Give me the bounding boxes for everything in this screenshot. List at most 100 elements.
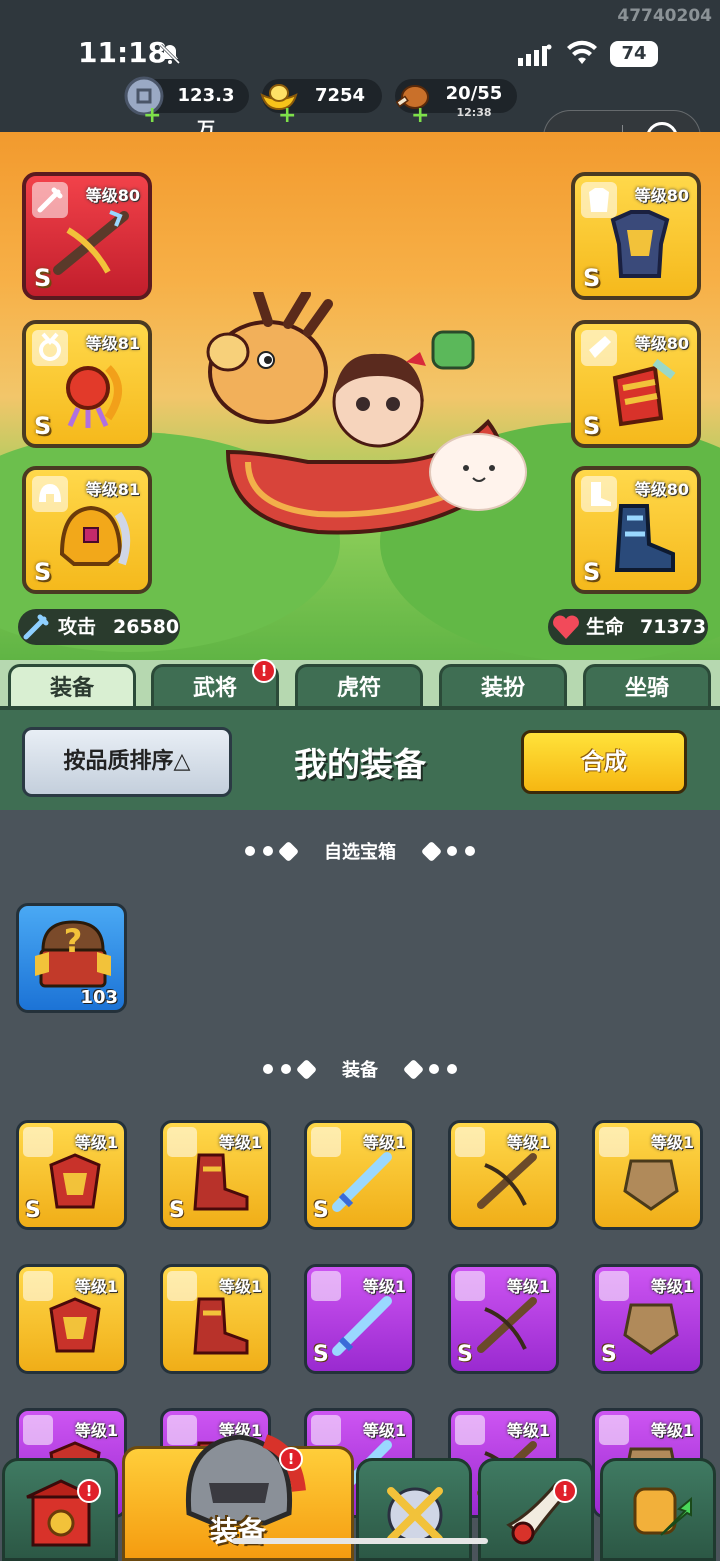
- slot-type-icon: [311, 1415, 341, 1445]
- clock: 11:18: [78, 36, 168, 69]
- divider-dot: [447, 846, 458, 856]
- item-grade: S: [25, 1198, 41, 1223]
- user-id: 47740204: [617, 6, 712, 26]
- stamina-resource[interactable]: + 20/55 12:38: [395, 79, 517, 127]
- item-grade: S: [457, 1342, 473, 1367]
- tab-mount[interactable]: 坐骑: [583, 664, 711, 712]
- equipment-item[interactable]: 等级1 S: [304, 1120, 415, 1230]
- bracer-icon: [581, 330, 617, 366]
- attack-value: 26580: [113, 616, 180, 638]
- equipped-slot-armor[interactable]: 等级80 S: [571, 172, 701, 300]
- item-level: 等级1: [650, 1133, 694, 1152]
- equipment-item[interactable]: 等级1 S: [304, 1264, 415, 1374]
- add-stamina-icon[interactable]: +: [411, 105, 429, 127]
- divider-dot: [447, 1064, 458, 1074]
- hp-value: 71373: [640, 616, 707, 638]
- section-heading-equipment: 装备: [0, 1056, 720, 1082]
- equipment-item[interactable]: 等级1 S: [16, 1120, 127, 1230]
- equipment-item[interactable]: 等级1: [448, 1120, 559, 1230]
- section-heading-chest: 自选宝箱: [0, 838, 720, 864]
- silver-resource[interactable]: + 123.3万: [124, 76, 249, 140]
- equipped-slot-bracer[interactable]: 等级80 S: [571, 320, 701, 448]
- item-level: 等级1: [362, 1421, 406, 1440]
- add-gold-icon[interactable]: +: [278, 105, 296, 127]
- attack-sword-icon: [23, 614, 49, 640]
- tab-tiger-tally[interactable]: 虎符: [295, 664, 423, 712]
- selectable-chest[interactable]: ? 103: [16, 903, 127, 1013]
- battery-indicator: 74: [610, 41, 658, 67]
- item-grade: S: [601, 1342, 617, 1367]
- tab-outfit[interactable]: 装扮: [439, 664, 567, 712]
- item-level: 等级1: [506, 1277, 550, 1296]
- divider-diamond: [421, 840, 443, 862]
- slot-grade: S: [34, 558, 52, 586]
- equipment-item[interactable]: 等级1: [160, 1264, 271, 1374]
- gold-amount: 7254: [314, 85, 366, 106]
- tab-label: 武将: [192, 676, 237, 701]
- item-grade: S: [313, 1198, 329, 1223]
- slot-type-icon: [599, 1127, 629, 1157]
- equipped-slot-accessory[interactable]: 等级81 S: [22, 320, 152, 448]
- nav-upgrade[interactable]: [600, 1458, 716, 1561]
- section-title: 自选宝箱: [324, 842, 396, 863]
- equipment-item[interactable]: 等级1 S: [448, 1264, 559, 1374]
- sort-by-quality-button[interactable]: 按品质排序△: [22, 727, 232, 797]
- slot-level: 等级80: [634, 480, 689, 499]
- equipment-item[interactable]: 等级1 S: [160, 1120, 271, 1230]
- nav-recruit[interactable]: !: [478, 1458, 594, 1561]
- section-title: 装备: [342, 1060, 378, 1081]
- divider-dot: [262, 1064, 273, 1074]
- notification-badge: !: [77, 1479, 101, 1503]
- tab-generals[interactable]: 武将 !: [151, 659, 279, 712]
- mystery-chest-icon: ?: [35, 920, 111, 988]
- divider-dot: [465, 846, 476, 856]
- gold-resource[interactable]: + 7254: [260, 79, 382, 127]
- sword-icon: [32, 182, 68, 218]
- slot-grade: S: [34, 412, 52, 440]
- slot-type-icon: [455, 1271, 485, 1301]
- slot-level: 等级80: [634, 186, 689, 205]
- equipment-list[interactable]: 自选宝箱 ? 103 装备 等级1 S 等级1 S 等级1 S 等级1 等级1 等级1 等级1 等级…: [0, 810, 720, 1561]
- slot-type-icon: [23, 1415, 53, 1445]
- hp-label: 生命: [586, 616, 625, 638]
- item-level: 等级1: [650, 1277, 694, 1296]
- equipment-item[interactable]: 等级1: [592, 1120, 703, 1230]
- merge-button[interactable]: 合成: [521, 730, 687, 794]
- item-level: 等级1: [362, 1133, 406, 1152]
- equipped-slot-boots[interactable]: 等级80 S: [571, 466, 701, 594]
- slot-type-icon: [599, 1271, 629, 1301]
- stamina-amount: 20/55: [445, 83, 503, 104]
- medal-icon: [32, 330, 68, 366]
- attack-stat: 攻击 26580: [18, 609, 180, 645]
- slot-grade: S: [583, 558, 601, 586]
- divider-diamond: [403, 1058, 425, 1080]
- item-level: 等级1: [506, 1421, 550, 1440]
- slot-type-icon: [599, 1415, 629, 1445]
- notification-badge: !: [252, 659, 276, 683]
- nav-battle[interactable]: [356, 1458, 472, 1561]
- chest-count: 103: [80, 987, 118, 1008]
- slot-type-icon: [167, 1271, 197, 1301]
- slot-type-icon: [23, 1271, 53, 1301]
- home-indicator[interactable]: [232, 1538, 488, 1544]
- divider-dot: [429, 1064, 440, 1074]
- item-level: 等级1: [74, 1133, 118, 1152]
- tab-equipment[interactable]: 装备: [8, 664, 136, 712]
- nav-shop[interactable]: !: [2, 1458, 118, 1561]
- slot-level: 等级81: [85, 334, 140, 353]
- wifi-icon: [567, 40, 597, 64]
- attack-label: 攻击: [58, 616, 97, 638]
- equipped-slot-helmet[interactable]: 等级81 S: [22, 466, 152, 594]
- svg-text:?: ?: [64, 922, 83, 960]
- equipped-slot-weapon[interactable]: 等级80 S: [22, 172, 152, 300]
- add-silver-icon[interactable]: +: [143, 105, 161, 127]
- sort-triangle-icon: △: [173, 749, 191, 774]
- slot-type-icon: [311, 1127, 341, 1157]
- fist-upgrade-icon: [633, 1487, 692, 1536]
- equipment-item[interactable]: 等级1 S: [592, 1264, 703, 1374]
- divider-dot: [280, 1064, 291, 1074]
- hero-character[interactable]: [188, 292, 548, 552]
- nav-equipment-label: 装备: [209, 1515, 266, 1548]
- equipment-item[interactable]: 等级1: [16, 1264, 127, 1374]
- bottom-nav: ! ! 装备 !: [0, 1434, 720, 1561]
